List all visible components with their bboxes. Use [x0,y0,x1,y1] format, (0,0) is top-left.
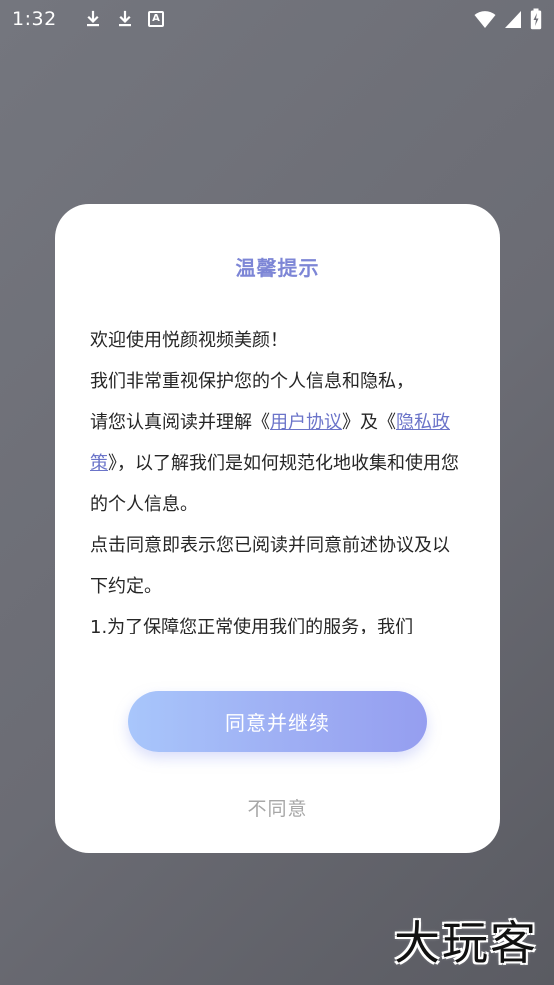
consent-text: 点击同意即表示您已阅读并同意前述协议及以下约定。 [90,535,450,597]
status-time: 1:32 [12,8,57,30]
status-bar: 1:32 A [0,0,554,38]
notification-icons: A [84,10,164,28]
download-icon [87,10,99,27]
welcome-text: 欢迎使用悦颜视频美颜！ [90,330,288,351]
disagree-button[interactable]: 不同意 [55,794,500,821]
battery-icon [530,8,542,30]
dialog-body-scroll[interactable]: 欢迎使用悦颜视频美颜！ 我们非常重视保护您的个人信息和隐私， 请您认真阅读并理解… [90,320,465,634]
privacy-dialog: 温馨提示 欢迎使用悦颜视频美颜！ 我们非常重视保护您的个人信息和隐私， 请您认真… [55,204,500,853]
wifi-icon [474,11,496,28]
signal-icon [505,11,521,28]
agreement-text-post: 》，以了解我们是如何规范化地收集和使用您的个人信息。 [90,453,459,515]
agreement-text-pre: 请您认真阅读并理解《 [90,412,270,433]
dialog-title: 温馨提示 [235,256,320,280]
download-icon [119,10,131,27]
terms-item-1: 1.为了保障您正常使用我们的服务，我们 [90,617,414,634]
user-agreement-link[interactable]: 用户协议 [270,412,342,433]
watermark-text: 大玩客 [394,916,538,970]
a-icon: A [148,11,164,27]
system-icons [474,8,542,30]
agree-continue-button[interactable]: 同意并继续 [128,691,427,752]
agreement-text-mid: 》及《 [342,412,396,433]
privacy-intro-text: 我们非常重视保护您的个人信息和隐私， [90,371,414,392]
agreement-paragraph: 请您认真阅读并理解《用户协议》及《隐私政策》，以了解我们是如何规范化地收集和使用… [90,402,465,525]
